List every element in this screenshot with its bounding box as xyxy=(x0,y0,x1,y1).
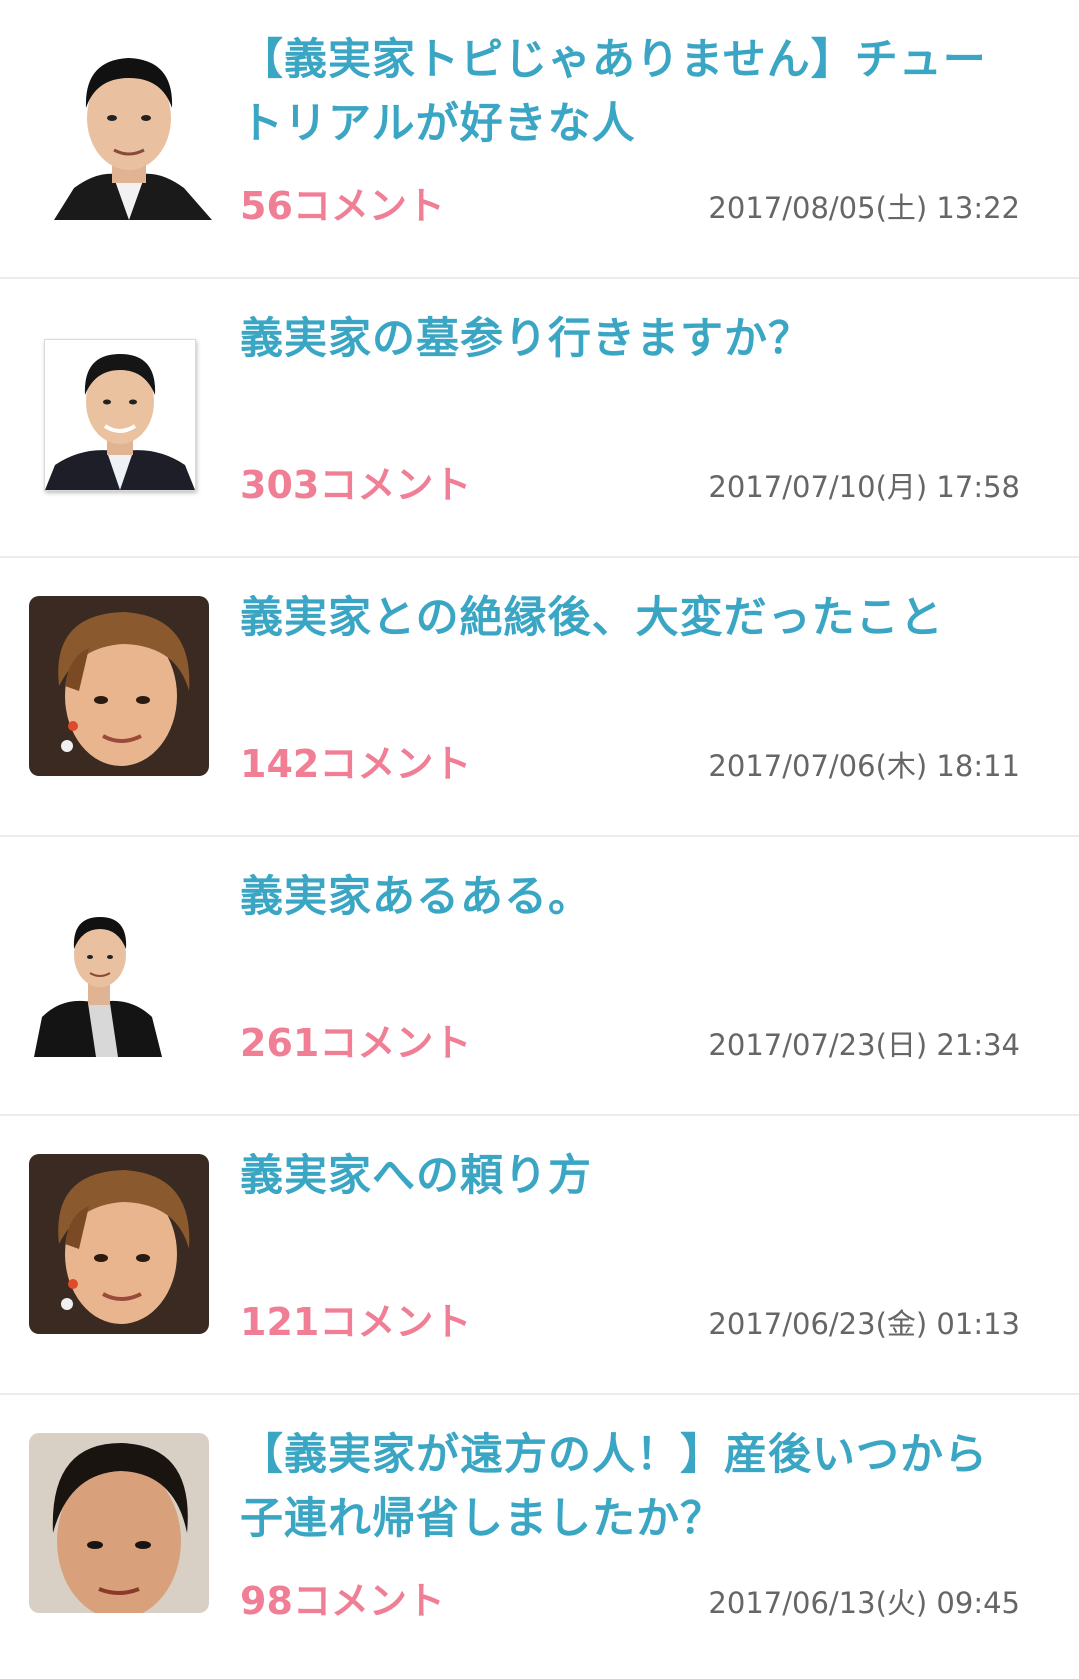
topic-title-link[interactable]: 【義実家が遠方の人！】産後いつから子連れ帰省しましたか？ xyxy=(240,1423,1030,1551)
comment-count: 261コメント xyxy=(240,1021,472,1065)
post-date: 2017/06/13(火) 09:45 xyxy=(708,1586,1020,1620)
topic-thumbnail[interactable] xyxy=(29,596,209,776)
topic-thumbnail[interactable] xyxy=(29,1154,209,1334)
topic-thumbnail[interactable] xyxy=(34,907,164,1057)
topic-list: 【義実家トピじゃありません】チュートリアルが好きな人 56コメント 2017/0… xyxy=(0,0,1079,1674)
topic-row[interactable]: 【義実家が遠方の人！】産後いつから子連れ帰省しましたか？ 98コメント 2017… xyxy=(0,1395,1079,1674)
topic-thumbnail[interactable] xyxy=(44,339,196,491)
topic-row[interactable]: 義実家との絶縁後、大変だったこと 142コメント 2017/07/06(木) 1… xyxy=(0,558,1079,837)
comment-count: 303コメント xyxy=(240,463,472,507)
post-date: 2017/08/05(土) 13:22 xyxy=(708,191,1020,225)
topic-row[interactable]: 【義実家トピじゃありません】チュートリアルが好きな人 56コメント 2017/0… xyxy=(0,0,1079,279)
portrait-image xyxy=(29,1154,209,1334)
topic-thumbnail[interactable] xyxy=(44,38,214,220)
portrait-image xyxy=(45,340,195,490)
comment-count: 56コメント xyxy=(240,184,445,228)
post-date: 2017/07/10(月) 17:58 xyxy=(708,470,1020,504)
post-date: 2017/06/23(金) 01:13 xyxy=(708,1307,1020,1341)
post-date: 2017/07/23(日) 21:34 xyxy=(708,1028,1020,1062)
topic-title-link[interactable]: 義実家あるある。 xyxy=(240,865,1030,929)
topic-title-link[interactable]: 【義実家トピじゃありません】チュートリアルが好きな人 xyxy=(240,28,1030,156)
topic-title-link[interactable]: 義実家への頼り方 xyxy=(240,1144,1030,1208)
comment-count: 142コメント xyxy=(240,742,472,786)
portrait-image xyxy=(29,1433,209,1613)
comment-count: 121コメント xyxy=(240,1300,472,1344)
topic-title-link[interactable]: 義実家との絶縁後、大変だったこと xyxy=(240,586,1030,650)
comment-count: 98コメント xyxy=(240,1579,445,1623)
portrait-image xyxy=(29,596,209,776)
topic-thumbnail[interactable] xyxy=(29,1433,209,1613)
portrait-image xyxy=(34,907,164,1057)
topic-row[interactable]: 義実家あるある。 261コメント 2017/07/23(日) 21:34 xyxy=(0,837,1079,1116)
portrait-image xyxy=(44,38,214,220)
topic-row[interactable]: 義実家の墓参り行きますか？ 303コメント 2017/07/10(月) 17:5… xyxy=(0,279,1079,558)
topic-title-link[interactable]: 義実家の墓参り行きますか？ xyxy=(240,307,1030,371)
post-date: 2017/07/06(木) 18:11 xyxy=(708,749,1020,783)
topic-row[interactable]: 義実家への頼り方 121コメント 2017/06/23(金) 01:13 xyxy=(0,1116,1079,1395)
